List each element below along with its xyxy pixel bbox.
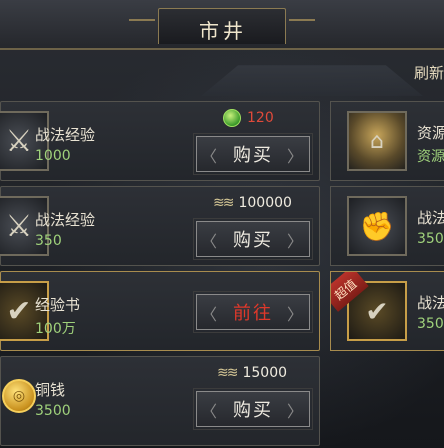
buy-button[interactable]: 购买 bbox=[193, 133, 313, 175]
item-quantity: 350 bbox=[417, 231, 444, 247]
shop-item-card-right: ✔ 超值 战法 350 bbox=[330, 271, 444, 351]
item-quantity: 3500 bbox=[35, 403, 71, 419]
item-price: 100000 bbox=[238, 195, 292, 211]
item-quantity: 350 bbox=[35, 233, 62, 249]
goto-button[interactable]: 前往 bbox=[193, 291, 313, 333]
money-icon: ≋≋ bbox=[217, 365, 239, 381]
item-quantity: 100万 bbox=[35, 321, 76, 337]
shop-item-card-right: ✊ 战法 350 bbox=[330, 186, 444, 266]
refresh-label[interactable]: 刷新 bbox=[414, 62, 444, 83]
shop-item-card-right: ⌂ 资源 资源 bbox=[330, 101, 444, 181]
header-bar: 市井 bbox=[0, 0, 444, 50]
value-ribbon: 超值 bbox=[331, 272, 369, 312]
item-name: 资源 bbox=[417, 124, 444, 142]
coin-disc: ◎ bbox=[2, 379, 36, 413]
title-plate: 市井 bbox=[129, 8, 315, 44]
item-quantity: 350 bbox=[417, 316, 444, 332]
item-name: 铜钱 bbox=[35, 381, 66, 399]
price-row: ≋≋ 15000 bbox=[217, 363, 287, 383]
shop-item-card: ◎ 铜钱 3500 ≋≋ 15000 购买 bbox=[0, 356, 320, 446]
shop-item-card: ⚔ 战法经验 1000 120 购买 bbox=[0, 101, 320, 181]
shop-item-card: ⚔ 战法经验 350 ≋≋ 100000 购买 bbox=[0, 186, 320, 266]
buy-button[interactable]: 购买 bbox=[193, 388, 313, 430]
page-title: 市井 bbox=[199, 19, 247, 43]
item-name: 战法 bbox=[417, 209, 444, 227]
resource-hut-icon: ⌂ bbox=[347, 111, 407, 171]
money-icon: ≋≋ bbox=[213, 195, 235, 211]
item-price: 15000 bbox=[242, 365, 288, 381]
buy-button[interactable]: 购买 bbox=[193, 218, 313, 260]
item-name: 战法经验 bbox=[35, 211, 96, 229]
item-subtitle: 资源 bbox=[417, 149, 444, 165]
item-quantity: 1000 bbox=[35, 148, 71, 164]
item-name: 经验书 bbox=[35, 296, 81, 314]
tactic-emblem-icon: ✊ bbox=[347, 196, 407, 256]
item-name: 战法经验 bbox=[35, 126, 96, 144]
item-name: 战法 bbox=[417, 294, 444, 312]
shop-item-card: ✔ 经验书 100万 前往 bbox=[0, 271, 320, 351]
price-row: 120 bbox=[223, 108, 274, 128]
item-price: 120 bbox=[247, 110, 274, 126]
jade-icon bbox=[223, 109, 241, 127]
price-row: ≋≋ 100000 bbox=[213, 193, 292, 213]
